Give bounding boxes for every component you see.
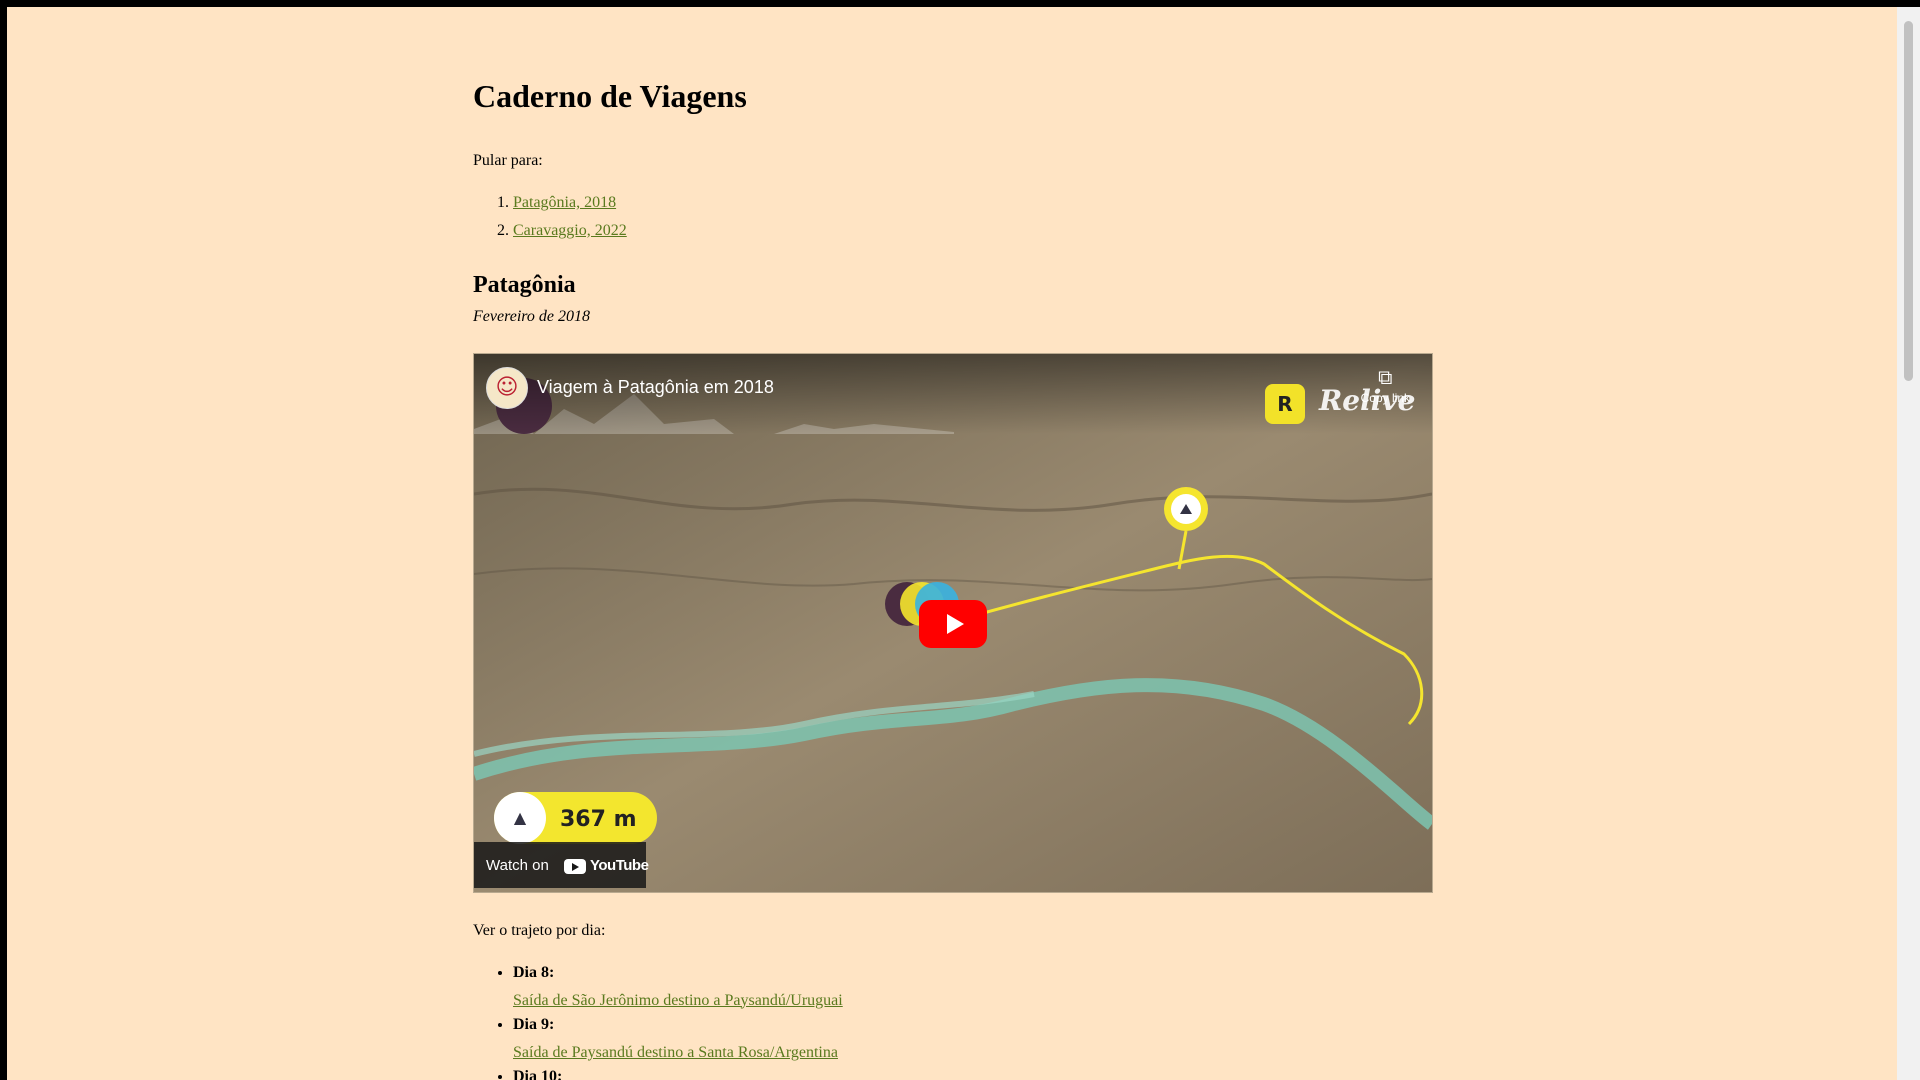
vertical-scrollbar[interactable] — [1897, 7, 1920, 1080]
route-intro: Ver o trajeto por dia: — [473, 922, 606, 939]
copy-icon: ⧉ — [1378, 367, 1393, 389]
day-list: Dia 8: Saída de São Jerônimo destino a P… — [473, 962, 843, 1080]
play-icon — [946, 614, 964, 634]
youtube-wordmark: YouTube — [590, 857, 649, 874]
section-date: Fevereiro de 2018 — [473, 308, 590, 325]
day-label: Dia 9: — [513, 1016, 555, 1034]
day-label: Dia 8: — [513, 964, 555, 981]
play-button[interactable] — [919, 600, 987, 648]
mountain-icon: ▲ — [494, 792, 546, 844]
table-of-contents: Patagônia, 2018 Caravaggio, 2022 — [473, 192, 627, 247]
youtube-logo: YouTube — [564, 856, 649, 876]
toc-item: Patagônia, 2018 — [513, 192, 627, 214]
list-item: Dia 10: — [513, 1066, 843, 1080]
day-label: Dia 10: — [513, 1068, 563, 1080]
toc-item: Caravaggio, 2022 — [513, 220, 627, 242]
youtube-embed[interactable]: ☺ Viagem à Patagônia em 2018 R Relive ⧉ … — [473, 353, 1433, 893]
altitude-value: 367 m — [560, 807, 637, 832]
browser-viewport: Caderno de Viagens Pular para: Patagônia… — [7, 7, 1897, 1080]
list-item: Dia 8: Saída de São Jerônimo destino a P… — [513, 962, 843, 1011]
youtube-play-icon — [564, 858, 586, 874]
page-title: Caderno de Viagens — [473, 78, 747, 114]
copy-link-button[interactable]: ⧉ Copy link — [1361, 366, 1410, 406]
list-item: Dia 9: Saída de Paysandú destino a Santa… — [513, 1014, 843, 1063]
day-route-link[interactable]: Saída de São Jerônimo destino a Paysandú… — [513, 990, 843, 1012]
relive-badge-icon: R — [1265, 384, 1305, 424]
toc-link-patagonia[interactable]: Patagônia, 2018 — [513, 194, 616, 211]
section-heading: Patagônia — [473, 272, 576, 298]
scrollbar-thumb[interactable] — [1904, 21, 1913, 381]
toc-link-caravaggio[interactable]: Caravaggio, 2022 — [513, 222, 627, 239]
watch-on-youtube-button[interactable]: Watch on YouTube — [474, 842, 649, 888]
copy-link-label: Copy link — [1360, 391, 1410, 405]
day-route-link[interactable]: Saída de Paysandú destino a Santa Rosa/A… — [513, 1042, 843, 1064]
video-title[interactable]: Viagem à Patagônia em 2018 — [537, 375, 774, 399]
jump-label: Pular para: — [473, 152, 543, 169]
watch-on-label: Watch on — [486, 857, 549, 874]
altitude-badge: ▲ 367 m — [494, 792, 657, 844]
channel-avatar-icon[interactable]: ☺ — [486, 367, 528, 409]
